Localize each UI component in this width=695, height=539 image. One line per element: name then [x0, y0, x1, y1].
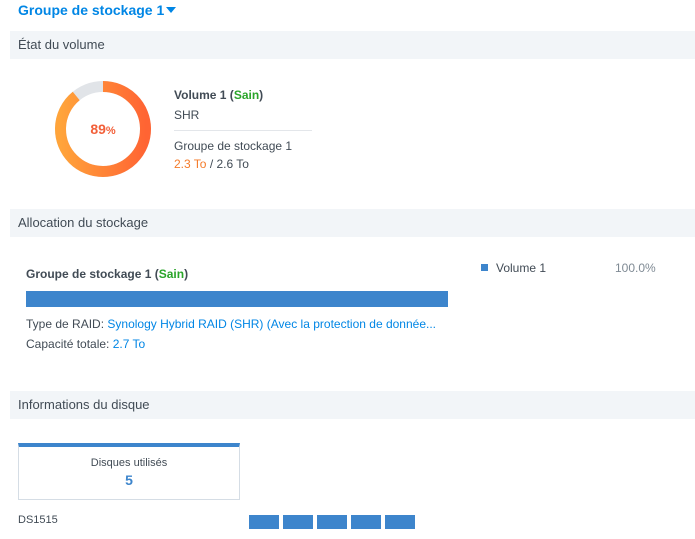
- legend-swatch: [481, 264, 488, 271]
- divider: [174, 130, 312, 131]
- disk-slot[interactable]: [283, 515, 313, 529]
- disk-slot[interactable]: [317, 515, 347, 529]
- pool-name: Groupe de stockage 1 (Sain): [26, 267, 189, 281]
- total-capacity: Capacité totale: 2.7 To: [26, 337, 146, 351]
- disks-used-card: Disques utilisés 5: [18, 443, 240, 500]
- volume-capacity: 2.3 To / 2.6 To: [174, 157, 249, 171]
- section-volume-status: État du volume: [10, 31, 695, 59]
- storage-pool-selector[interactable]: Groupe de stockage 1: [18, 2, 164, 18]
- nas-model: DS1515: [18, 514, 58, 526]
- disk-slot[interactable]: [385, 515, 415, 529]
- volume-pool: Groupe de stockage 1: [174, 139, 293, 153]
- disks-used-count: 5: [125, 472, 133, 488]
- section-allocation: Allocation du stockage: [10, 209, 695, 237]
- legend-volume-percent: 100.0%: [615, 261, 656, 275]
- volume-type: SHR: [174, 108, 200, 122]
- volume-name: Volume 1 (Sain): [174, 88, 264, 102]
- usage-percent: 89%: [90, 121, 116, 137]
- volume-status: Sain: [233, 88, 260, 102]
- allocation-bar-volume-1: [26, 291, 448, 307]
- legend-volume-name: Volume 1: [496, 261, 547, 275]
- raid-type: Type de RAID: Synology Hybrid RAID (SHR)…: [26, 317, 436, 331]
- caret-down-icon[interactable]: [166, 7, 176, 13]
- disk-slot[interactable]: [249, 515, 279, 529]
- section-disk-info: Informations du disque: [10, 391, 695, 419]
- disk-slot[interactable]: [351, 515, 381, 529]
- allocation-bar: [26, 291, 448, 307]
